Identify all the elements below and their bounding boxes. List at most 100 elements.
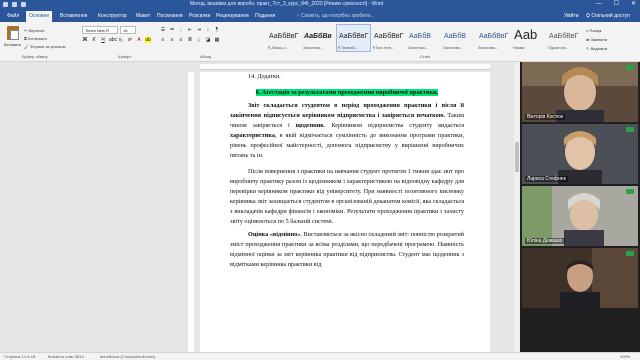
participant-name: Вікторія Костюк — [525, 114, 566, 120]
clipboard-group-label: Буфер обміну — [22, 54, 48, 59]
replace-button[interactable]: ⇄ Замінити — [586, 35, 607, 44]
microphone-icon — [626, 127, 634, 132]
scrollbar-thumb[interactable] — [515, 142, 519, 172]
cut-button[interactable]: ✂ Вирізати — [24, 28, 45, 33]
bold-button[interactable]: Ж — [82, 37, 88, 43]
highlight-button[interactable]: ab — [145, 37, 151, 43]
copy-button[interactable]: ⧉ Копіювати — [24, 36, 47, 41]
minimize-button[interactable]: — — [596, 0, 602, 9]
participant-video — [522, 186, 638, 246]
decrease-indent-icon[interactable]: ⇤ — [187, 27, 193, 33]
save-icon[interactable] — [3, 2, 8, 7]
style-item[interactable]: АаБбВ Заголово... — [406, 24, 441, 52]
participant-tile[interactable] — [522, 248, 638, 308]
redo-icon[interactable] — [21, 2, 26, 7]
tab-mailings[interactable]: Розсилки — [186, 11, 213, 22]
style-item[interactable]: Ааb Назва — [511, 24, 546, 52]
participant-name: Лариса Стефнек — [525, 176, 568, 182]
sort-icon[interactable]: ↕ — [205, 27, 211, 33]
zoom-level[interactable]: 100% — [620, 353, 630, 360]
style-item[interactable]: АаБбВвГ ¶ Абзац с... — [266, 24, 301, 52]
style-item[interactable]: АаБбВв Заголово... — [301, 24, 336, 52]
superscript-button[interactable]: x² — [127, 37, 133, 43]
tab-file[interactable]: Файл — [4, 11, 22, 22]
strikethrough-button[interactable]: abc — [109, 37, 117, 43]
horizontal-ruler — [200, 64, 490, 70]
subscript-button[interactable]: x₂ — [118, 37, 124, 43]
find-button[interactable]: ⌕ Пошук — [586, 26, 607, 35]
font-color-button[interactable]: A — [136, 37, 142, 43]
word-count[interactable]: Кількість слів: 5514 — [48, 353, 84, 360]
paragraph-group-label: Абзац — [200, 54, 212, 59]
participant-video — [522, 124, 638, 184]
tab-review[interactable]: Рецензування — [213, 11, 252, 22]
tab-home[interactable]: Основне — [26, 11, 53, 22]
participant-video — [522, 62, 638, 122]
sign-in-link[interactable]: Увійти — [564, 11, 579, 22]
style-item[interactable]: АаБбВвГ Підзаголо... — [546, 24, 581, 52]
ribbon: Вставити ✂ Вирізати ⧉ Копіювати 🖌 Формат… — [0, 22, 640, 62]
style-item[interactable]: АаБбВ Заголово... — [441, 24, 476, 52]
undo-icon[interactable] — [12, 2, 17, 7]
style-item-selected[interactable]: АаБбВвГ ¶ Звичай... — [336, 24, 371, 52]
pilcrow-icon[interactable]: ¶ — [214, 27, 220, 33]
paragraph-return: Після повернення з практики на навчання … — [230, 168, 464, 225]
tab-layout[interactable]: Макет — [133, 11, 153, 22]
microphone-icon — [626, 189, 634, 194]
page-count[interactable]: Сторінка 14 із 18 — [4, 353, 35, 360]
align-left-icon[interactable]: ≡ — [160, 37, 166, 43]
italic-button[interactable]: К — [91, 37, 97, 43]
increase-indent-icon[interactable]: ⇥ — [196, 27, 202, 33]
section-heading: 6. Атестація за результатами проходження… — [255, 89, 439, 96]
numbering-icon[interactable]: ≔ — [169, 27, 175, 33]
maximize-button[interactable]: ☐ — [614, 0, 619, 9]
participant-video — [522, 248, 638, 308]
participant-tile[interactable]: Юліна Демішко — [522, 186, 638, 246]
paragraph-report: Звіт складається студентом в період прох… — [230, 102, 465, 159]
participant-tile[interactable]: Лариса Стефнек — [522, 124, 638, 184]
bullets-icon[interactable]: ☰ — [160, 27, 166, 33]
styles-group-label: Стилі — [420, 54, 431, 59]
style-item[interactable]: АаБбВвГ ¶ Без інте... — [371, 24, 406, 52]
document-page[interactable]: 14. Додатки. 6. Атестація за результатам… — [200, 72, 490, 352]
editing-group: ⌕ Пошук ⇄ Замінити ↖ Виділити — [586, 26, 607, 53]
font-size-select[interactable]: 16 — [120, 26, 136, 34]
tab-design[interactable]: Конструктор — [95, 11, 130, 22]
language-indicator[interactable]: англійська (Сполучені Штати) — [100, 353, 155, 360]
screen: Метод. вказівки для виробн. практ_Тст_3_… — [0, 0, 640, 360]
align-center-icon[interactable]: ≡ — [169, 37, 175, 43]
underline-button[interactable]: Ч — [100, 37, 106, 43]
share-button[interactable]: ⛭ Спільний доступ — [586, 11, 630, 22]
font-group-label: Шрифт — [118, 54, 132, 59]
tab-view[interactable]: Подання — [252, 11, 278, 22]
paste-button[interactable]: Вставити — [4, 26, 22, 48]
style-item[interactable]: АаБбВвГ Заголово... — [476, 24, 511, 52]
styles-gallery: АаБбВвГ ¶ Абзац с... АаБбВв Заголово... Аа… — [266, 24, 581, 52]
tell-me-search[interactable]: ♀ Скажіть, що потрібно зробити... — [296, 11, 374, 22]
quick-access-toolbar — [3, 0, 26, 7]
borders-icon[interactable]: ▦ — [214, 37, 220, 43]
video-call-panel: Вікторія Костюк Лариса Стефнек Юліна Дем… — [520, 62, 640, 352]
multilevel-icon[interactable]: ⋮ — [178, 27, 184, 33]
microphone-icon — [626, 251, 634, 256]
participant-tile[interactable]: Вікторія Костюк — [522, 62, 638, 122]
paragraph-grade-excellent: Оцінка «відмінно». Виставляється за якіс… — [230, 231, 464, 268]
shading-icon[interactable]: ◪ — [205, 37, 211, 43]
line-spacing-icon[interactable]: ↨ — [196, 37, 202, 43]
justify-icon[interactable]: ≣ — [187, 37, 193, 43]
tab-references[interactable]: Посилання — [154, 11, 186, 22]
close-button[interactable]: ✕ — [631, 0, 636, 9]
font-name-select[interactable]: Times New R — [82, 26, 118, 34]
format-painter-button[interactable]: 🖌 Формат за зразком — [24, 44, 66, 49]
list-item-appendices: 14. Додатки. — [248, 73, 281, 80]
microphone-icon — [626, 65, 634, 70]
status-bar: Сторінка 14 із 18 Кількість слів: 5514 а… — [0, 352, 640, 360]
align-right-icon[interactable]: ≡ — [178, 37, 184, 43]
select-button[interactable]: ↖ Виділити — [586, 44, 607, 53]
title-bar: Метод. вказівки для виробн. практ_Тст_3_… — [0, 0, 640, 9]
document-area[interactable]: 14. Додатки. 6. Атестація за результатам… — [0, 62, 520, 352]
ribbon-tabs: Файл Основне Вставлення Конструктор Маке… — [0, 9, 640, 22]
vertical-ruler — [188, 72, 194, 352]
window-title: Метод. вказівки для виробн. практ_Тст_3_… — [190, 1, 384, 7]
tab-insert[interactable]: Вставлення — [57, 11, 90, 22]
